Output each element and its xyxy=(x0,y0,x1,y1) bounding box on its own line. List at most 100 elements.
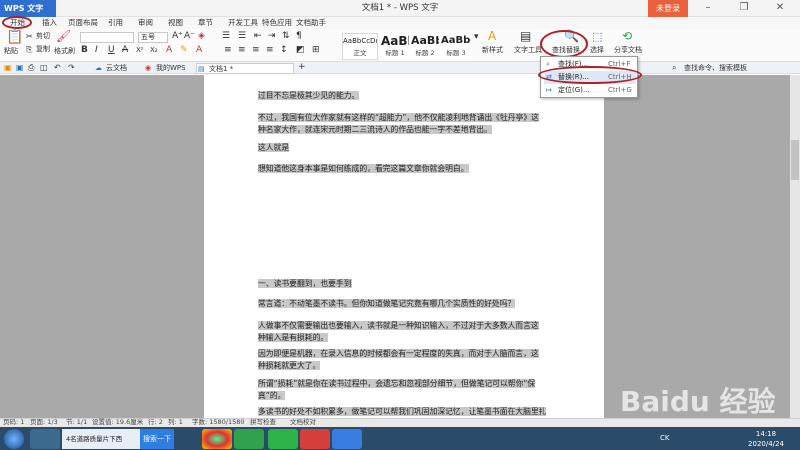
sort-icon[interactable]: ⇅ xyxy=(282,31,290,42)
font-color-icon[interactable]: A xyxy=(166,45,172,56)
vertical-scrollbar[interactable] xyxy=(790,75,800,418)
highlight-color-icon[interactable]: ✎ xyxy=(180,45,188,56)
italic-icon[interactable]: I xyxy=(95,45,98,56)
paragraph: 这人就是 xyxy=(258,143,290,152)
status-row: 行: 2 xyxy=(148,418,163,426)
menu-dev-tools[interactable]: 开发工具 xyxy=(228,17,258,29)
redo-icon[interactable]: ↷ xyxy=(68,62,75,73)
menu-page-layout[interactable]: 页面布局 xyxy=(68,17,98,29)
paste-label[interactable]: 粘贴 xyxy=(4,46,18,56)
app-menu-button[interactable]: WPS 文字 xyxy=(0,0,56,17)
shading-icon[interactable]: ◩ xyxy=(296,45,305,56)
indent-icon[interactable]: ⇥ xyxy=(268,31,276,42)
clock-date: 2020/4/24 xyxy=(748,440,784,448)
menu-item-goto[interactable]: ↦ 定位(G)... Ctrl+G xyxy=(544,84,636,97)
scrollbar-thumb[interactable] xyxy=(791,140,799,180)
close-icon[interactable]: ✕ xyxy=(762,0,798,17)
share-label[interactable]: 分享文档 xyxy=(614,45,642,55)
grow-font-icon[interactable]: A⁺ xyxy=(172,31,183,42)
style-heading-2[interactable]: AaBb 标题 2 xyxy=(410,33,440,60)
numbering-icon[interactable]: ☰ xyxy=(238,31,246,42)
borders-icon[interactable]: ⊞ xyxy=(312,45,320,56)
taskbar-search-button[interactable]: 搜索一下 xyxy=(140,429,174,449)
new-tab-icon[interactable]: + xyxy=(298,62,306,73)
menu-review[interactable]: 审阅 xyxy=(138,17,153,29)
align-right-icon[interactable]: ≡ xyxy=(252,45,260,56)
style-heading-1-label: 标题 1 xyxy=(385,49,405,57)
text-tools-label[interactable]: 文字工具 xyxy=(514,45,542,55)
wps-icon: ◉ xyxy=(145,64,152,72)
menu-insert[interactable]: 插入 xyxy=(42,17,57,29)
taskbar-app-icon-3[interactable] xyxy=(300,429,330,449)
style-heading-1[interactable]: AaBl 标题 1 xyxy=(380,33,410,60)
login-button[interactable]: 未登录 xyxy=(648,0,688,17)
new-style-label[interactable]: 新样式 xyxy=(482,45,503,55)
cloud-icon: ☁ xyxy=(95,64,102,72)
clear-format-icon[interactable]: ◈ xyxy=(198,31,205,42)
taskbar-green-app-icon[interactable] xyxy=(234,429,264,449)
menu-features[interactable]: 特色应用 xyxy=(262,17,292,29)
search-icon: ⌕ xyxy=(672,63,677,72)
menu-references[interactable]: 引用 xyxy=(108,17,123,29)
share-icon[interactable]: ⟲ xyxy=(622,30,632,42)
language-indicator[interactable]: CK xyxy=(660,434,669,442)
tab-cloud-docs[interactable]: ☁ 云文档 xyxy=(94,63,142,74)
cut-icon[interactable]: ✂ xyxy=(26,31,33,42)
style-normal[interactable]: AaBbCcDd 正文 xyxy=(342,33,378,60)
style-heading-2-label: 标题 2 xyxy=(415,49,435,57)
shrink-font-icon[interactable]: A⁻ xyxy=(184,31,195,42)
line-spacing-icon[interactable]: ↕ xyxy=(280,45,288,56)
bold-icon[interactable]: B xyxy=(81,45,88,56)
taskbar-app-icon[interactable] xyxy=(30,429,60,449)
tab-document[interactable]: ▤ 文档1 * xyxy=(196,63,294,74)
outdent-icon[interactable]: ⇤ xyxy=(254,31,262,42)
minimize-icon[interactable]: – xyxy=(690,0,726,17)
select-icon[interactable]: ⬚ xyxy=(592,31,602,42)
bullets-icon[interactable]: ☰ xyxy=(222,31,230,42)
new-style-icon[interactable]: A xyxy=(488,30,496,42)
justify-icon[interactable]: ≡ xyxy=(266,45,274,56)
subscript-icon[interactable]: X₂ xyxy=(150,45,158,56)
show-marks-icon[interactable]: ¶ xyxy=(296,31,302,42)
menu-section[interactable]: 章节 xyxy=(198,17,213,29)
style-heading-3[interactable]: AaBbC 标题 3 xyxy=(440,33,472,60)
font-name-field[interactable] xyxy=(80,32,134,43)
status-proof[interactable]: 文档校对 xyxy=(290,418,316,427)
status-setting: 设置值: 19.6厘米 xyxy=(92,418,144,426)
open-icon[interactable]: ▣ xyxy=(4,62,12,73)
maximize-icon[interactable]: ❐ xyxy=(726,0,762,17)
menu-doc-assistant[interactable]: 文档助手 xyxy=(296,17,326,29)
status-spell[interactable]: 拼写检查 xyxy=(250,418,276,427)
select-label[interactable]: 选择 xyxy=(590,45,604,55)
paragraph: 不过，我国有位大作家就有这样的“超能力”，他不仅能凌利地背诵出《牡丹亭》这种名家… xyxy=(258,113,539,134)
start-button[interactable] xyxy=(4,429,24,449)
align-center-icon[interactable]: ≡ xyxy=(238,45,246,56)
align-left-icon[interactable]: ≡ xyxy=(224,45,232,56)
text-tools-icon[interactable]: ▤ xyxy=(520,30,531,42)
menu-item-goto-label: 定位(G)... xyxy=(558,86,590,94)
strikethrough-icon[interactable]: A xyxy=(122,45,128,56)
preview-icon[interactable]: ◫ xyxy=(40,62,48,73)
copy-label[interactable]: 复制 xyxy=(36,44,50,54)
copy-icon[interactable]: ⎘ xyxy=(26,44,32,55)
cut-label[interactable]: 剪切 xyxy=(36,31,50,41)
styles-more-icon[interactable]: ▾ xyxy=(474,32,479,43)
paste-icon[interactable]: 📋 xyxy=(6,30,23,44)
undo-icon[interactable]: ↶ xyxy=(54,62,61,73)
tab-my-wps[interactable]: ◉ 我的WPS xyxy=(144,63,194,74)
clock[interactable]: 14:18 2020/4/24 xyxy=(744,429,788,449)
superscript-icon[interactable]: X² xyxy=(136,45,144,56)
format-painter-label[interactable]: 格式刷 xyxy=(54,46,75,56)
taskbar-search-tab[interactable]: 4名道路质量片下西 xyxy=(62,429,140,449)
taskbar-app-icon-2[interactable] xyxy=(268,429,298,449)
save-icon[interactable]: ▣ xyxy=(16,62,24,73)
chrome-icon[interactable] xyxy=(202,429,232,449)
format-painter-icon[interactable]: 🖌 xyxy=(56,30,71,42)
taskbar-wps-icon[interactable] xyxy=(332,429,362,449)
menu-view[interactable]: 视图 xyxy=(168,17,183,29)
underline-icon[interactable]: U xyxy=(108,45,115,56)
command-search-input[interactable]: 查找命令、搜索模板 xyxy=(684,63,747,73)
char-shading-icon[interactable]: A xyxy=(196,45,202,56)
print-icon[interactable]: ⎙ xyxy=(28,62,34,73)
font-size-field[interactable]: 五号 xyxy=(138,32,168,43)
